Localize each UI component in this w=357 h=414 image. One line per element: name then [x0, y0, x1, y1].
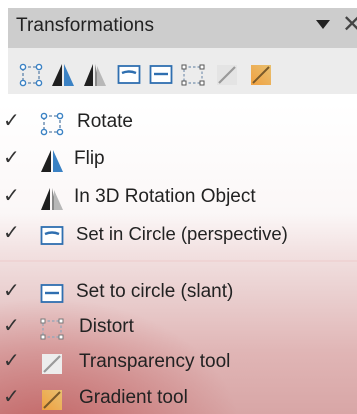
menu-item-transparency-tool[interactable]: ✓ Transparency tool [0, 347, 357, 383]
toolbar-title-bar[interactable]: Transformations ✕ [8, 8, 357, 48]
transformations-toolbar: Transformations ✕ [8, 8, 357, 94]
menu-item-label: Set to circle (slant) [76, 281, 234, 302]
distort-icon [40, 318, 64, 340]
menu-item-gradient-tool[interactable]: ✓ Gradient tool [0, 383, 357, 414]
menu-item-rotate[interactable]: ✓ Rotate [0, 107, 357, 143]
menu-item-label: In 3D Rotation Object [74, 186, 256, 207]
chevron-down-icon[interactable] [316, 20, 330, 29]
toolbar-visible-buttons-menu: ✓ Rotate ✓ Flip ✓ In 3D Rotation Object … [0, 103, 357, 414]
menu-item-label: Rotate [77, 111, 133, 132]
3d-rotation-object-icon[interactable] [82, 62, 108, 88]
transparency-tool-icon [42, 354, 62, 374]
check-icon: ✓ [3, 147, 20, 169]
set-to-circle-slant-icon [40, 284, 64, 303]
menu-item-distort[interactable]: ✓ Distort [0, 312, 357, 348]
set-to-circle-slant-icon[interactable] [148, 62, 174, 88]
check-icon: ✓ [3, 350, 20, 372]
menu-item-set-to-circle-slant[interactable]: ✓ Set to circle (slant) [0, 277, 357, 313]
distort-icon[interactable] [180, 62, 206, 88]
flip-icon [41, 150, 63, 172]
menu-item-label: Set in Circle (perspective) [76, 223, 288, 244]
rotate-icon [40, 112, 64, 136]
transparency-tool-icon[interactable] [214, 62, 240, 88]
set-in-circle-perspective-icon [40, 226, 64, 245]
gradient-tool-icon [42, 390, 62, 410]
menu-item-label: Transparency tool [79, 351, 231, 372]
3d-rotation-object-icon [41, 188, 63, 210]
menu-item-flip[interactable]: ✓ Flip [0, 144, 357, 180]
toolbar-icon-row [8, 48, 357, 94]
check-icon: ✓ [3, 222, 20, 244]
check-icon: ✓ [3, 386, 20, 408]
check-icon: ✓ [3, 110, 20, 132]
close-icon[interactable]: ✕ [342, 13, 357, 37]
menu-item-label: Flip [74, 148, 105, 169]
check-icon: ✓ [3, 280, 20, 302]
menu-item-3d-rotation-object[interactable]: ✓ In 3D Rotation Object [0, 182, 357, 218]
menu-item-set-in-circle-perspective[interactable]: ✓ Set in Circle (perspective) [0, 219, 357, 255]
menu-item-label: Distort [79, 316, 134, 337]
rotate-icon[interactable] [18, 62, 44, 88]
toolbar-title: Transformations [16, 15, 155, 36]
check-icon: ✓ [3, 185, 20, 207]
flip-icon[interactable] [50, 62, 76, 88]
set-in-circle-perspective-icon[interactable] [116, 62, 142, 88]
menu-item-label: Gradient tool [79, 387, 188, 408]
check-icon: ✓ [3, 315, 20, 337]
gradient-tool-icon[interactable] [248, 62, 274, 88]
menu-separator [0, 260, 357, 262]
